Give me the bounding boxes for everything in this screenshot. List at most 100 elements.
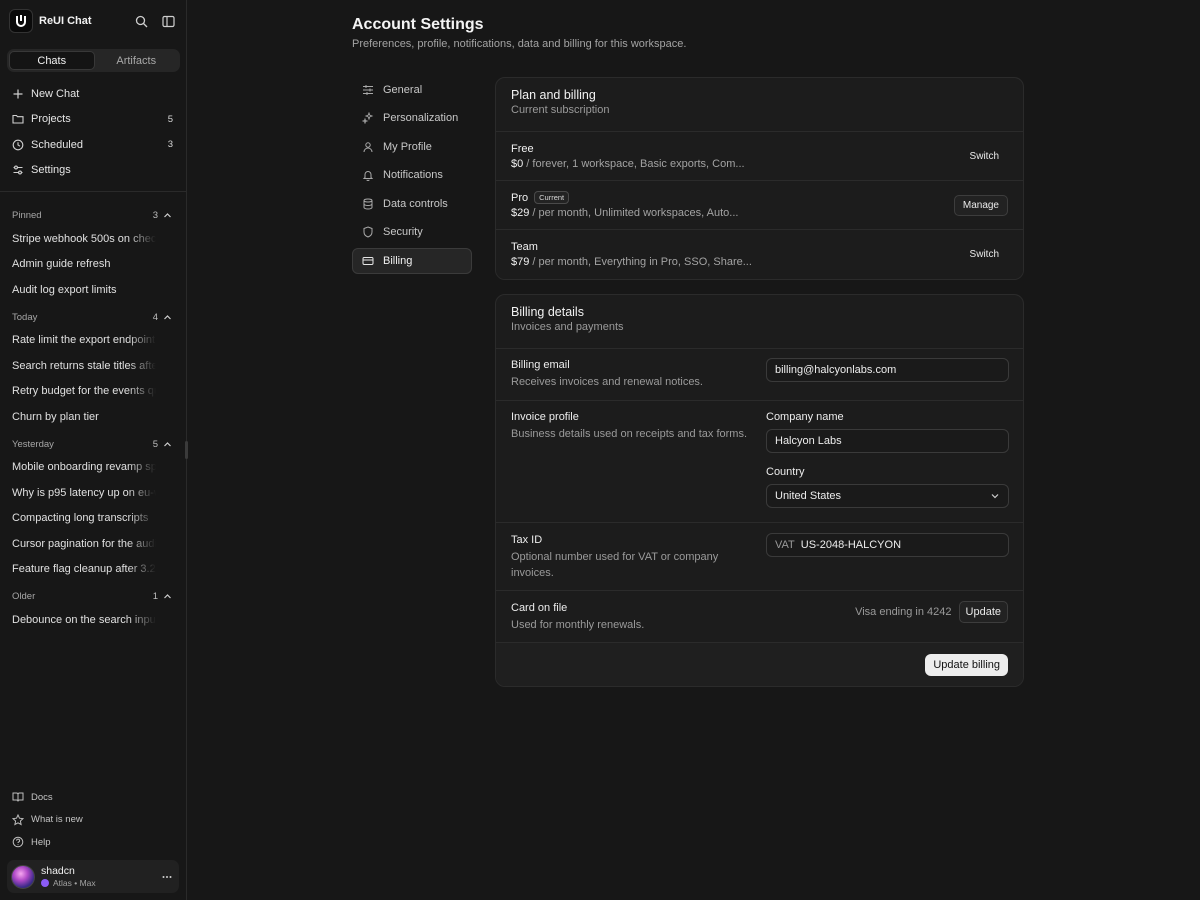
settings-nav-notifications[interactable]: Notifications (352, 163, 472, 189)
update-billing-button[interactable]: Update billing (925, 653, 1008, 676)
plan-price: $79 (511, 256, 530, 268)
list-item[interactable]: Why is p95 latency up on eu-west (0, 480, 156, 506)
list-item[interactable]: Rate limit the export endpoint (0, 328, 156, 354)
update-card-button[interactable]: Update (958, 601, 1008, 623)
user-name: shadcn (41, 865, 75, 877)
billing-email-help: Receives invoices and renewal notices. (511, 376, 703, 388)
docs-link[interactable]: Docs (0, 786, 186, 809)
sidebar-nav: New Chat Projects 5 Scheduled 3 Settings (0, 81, 186, 183)
group-header-yesterday[interactable]: Yesterday 5 (0, 434, 186, 455)
group-header-pinned[interactable]: Pinned 3 (0, 205, 186, 226)
group-header-today[interactable]: Today 4 (0, 307, 186, 328)
list-item[interactable]: Compacting long transcripts (0, 506, 156, 532)
help-link[interactable]: Help (0, 831, 186, 854)
list-item[interactable]: Audit log export limits (0, 277, 156, 303)
footer-label: Docs (31, 791, 53, 803)
plan-price: $0 (511, 157, 524, 170)
sidebar-item-settings[interactable]: Settings (0, 158, 186, 184)
tab-chats[interactable]: Chats (9, 51, 95, 70)
invoice-profile-help: Business details used on receipts and ta… (511, 428, 748, 440)
sidebar: ReUI Chat Chats Artifacts New Chat Proje… (0, 0, 187, 900)
settings-nav-general[interactable]: General (352, 77, 472, 103)
list-item[interactable]: Mobile onboarding revamp spec (0, 455, 156, 481)
credit-card-icon (362, 255, 374, 267)
chevron-up-icon (163, 440, 172, 449)
invoice-profile-row: Invoice profile Business details used on… (496, 401, 1023, 523)
list-item[interactable]: Debounce on the search input (0, 607, 156, 633)
settings-nav-label: Data controls (383, 197, 448, 210)
current-badge: Current (534, 191, 570, 204)
search-icon[interactable] (133, 13, 149, 29)
plan-name: Pro (511, 191, 529, 204)
group-label: Older (12, 591, 36, 602)
list-item[interactable]: Churn by plan tier (0, 404, 156, 430)
settings-nav-personalization[interactable]: Personalization (352, 106, 472, 132)
footer-label: Help (31, 836, 51, 848)
list-item[interactable]: Stripe webhook 500s on checkout (0, 226, 156, 252)
country-value: United States (775, 490, 842, 502)
company-name-input[interactable]: Halcyon Labs (766, 429, 1009, 453)
list-item[interactable]: Retry budget for the events queue (0, 379, 156, 405)
tax-id-input[interactable]: VAT US-2048-HALCYON (766, 533, 1009, 557)
brand-name: ReUI Chat (39, 15, 92, 27)
group-count: 5 (152, 438, 158, 450)
group-yesterday: Yesterday 5 Mobile onboarding revamp spe… (0, 434, 186, 583)
plan-details: / forever, 1 workspace, Basic exports, C… (523, 157, 745, 170)
billing-email-input[interactable]: billing@halcyonlabs.com (766, 358, 1009, 382)
list-item[interactable]: Feature flag cleanup after 3.2 (0, 557, 156, 583)
list-item[interactable]: Admin guide refresh (0, 252, 156, 278)
whats-new-link[interactable]: What is new (0, 809, 186, 832)
billing-email-value: billing@halcyonlabs.com (775, 364, 897, 376)
card-on-file-row: Card on file Used for monthly renewals. … (496, 591, 1023, 643)
sliders-icon (362, 84, 374, 96)
plan-row-team: Team $79 / per month, Everything in Pro,… (496, 230, 1023, 279)
group-label: Today (12, 311, 38, 323)
sidebar-tab-switcher: Chats Artifacts (7, 49, 180, 72)
group-header-older[interactable]: Older 1 (0, 586, 186, 607)
sidebar-item-projects[interactable]: Projects 5 (0, 107, 186, 133)
user-plan: Atlas • Max (41, 878, 96, 888)
sidebar-toggle-icon[interactable] (160, 13, 176, 29)
plan-billing-card: Plan and billing Current subscription Fr… (495, 77, 1024, 280)
settings-nav-my-profile[interactable]: My Profile (352, 134, 472, 160)
chevron-up-icon (163, 313, 172, 322)
group-count: 3 (152, 210, 158, 221)
user-menu[interactable]: shadcn Atlas • Max (7, 860, 179, 893)
settings-nav-label: Personalization (383, 112, 459, 125)
chevron-up-icon (163, 211, 172, 220)
sparkles-icon (362, 112, 374, 125)
sidebar-divider (0, 191, 186, 192)
sidebar-item-scheduled[interactable]: Scheduled 3 (0, 132, 186, 158)
page-title: Account Settings (352, 16, 484, 33)
tab-artifacts[interactable]: Artifacts (95, 51, 179, 70)
group-today: Today 4 Rate limit the export endpoint S… (0, 307, 186, 430)
more-horizontal-icon[interactable] (161, 871, 173, 883)
new-chat-button[interactable]: New Chat (0, 81, 186, 107)
settings-nav-billing[interactable]: Billing (352, 248, 472, 274)
switch-free-button[interactable]: Switch (961, 147, 1008, 166)
footer-label: What is new (31, 814, 83, 826)
settings-nav-label: General (383, 83, 423, 96)
nav-label: Settings (31, 164, 71, 177)
settings-nav-security[interactable]: Security (352, 220, 472, 246)
billing-footer: Update billing (496, 643, 1023, 686)
group-count: 4 (152, 311, 158, 323)
switch-team-button[interactable]: Switch (961, 245, 1008, 264)
card-title: Billing details (511, 305, 584, 319)
projects-count: 5 (167, 113, 173, 125)
sidebar-resize-handle[interactable] (185, 441, 188, 459)
list-item[interactable]: Search returns stale titles after edit (0, 353, 156, 379)
list-item[interactable]: Cursor pagination for the audit log (0, 531, 156, 557)
chevron-up-icon (163, 592, 172, 601)
brand[interactable]: ReUI Chat (9, 8, 92, 34)
plan-name: Free (511, 142, 534, 155)
plan-row-free: Free $0 / forever, 1 workspace, Basic ex… (496, 132, 1023, 181)
country-select[interactable]: United States (766, 484, 1009, 508)
manage-pro-button[interactable]: Manage (953, 194, 1008, 216)
bell-icon (362, 169, 374, 182)
settings-nav: General Personalization My Profile Notif… (352, 77, 472, 277)
settings-nav-label: Security (383, 226, 423, 239)
nav-label: New Chat (31, 87, 80, 100)
settings-nav-data-controls[interactable]: Data controls (352, 191, 472, 217)
card-status: Visa ending in 4242 (855, 606, 952, 618)
